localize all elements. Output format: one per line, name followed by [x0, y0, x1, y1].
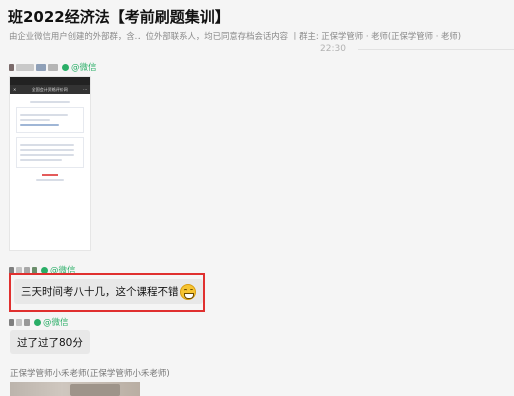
text-message[interactable]: 过了过了80分 — [10, 330, 90, 354]
wechat-tag: @微信 — [34, 316, 69, 328]
group-description: 由企业微信用户创建的外部群，含.．位外部联系人，均已同意存档会话内容 丨群主: … — [9, 31, 462, 41]
more-icon: ··· — [83, 87, 87, 92]
close-icon: ✕ — [13, 87, 17, 92]
sender-name-redacted — [24, 318, 30, 326]
sender-name-redacted — [36, 63, 46, 71]
phone-nav-bar: ✕ 全国会计资格评价网 ··· — [10, 85, 90, 94]
wechat-icon — [62, 63, 69, 71]
phone-page-title: 全国会计资格评价网 — [31, 86, 68, 92]
phone-page-content — [10, 94, 90, 188]
sender-name-redacted — [16, 318, 22, 326]
message-timestamp: 22:30 — [320, 44, 346, 54]
group-title[interactable]: 班2022经济法【考前刷题集训】 — [8, 6, 230, 27]
wechat-icon — [34, 318, 41, 326]
sender-name-redacted — [48, 63, 58, 71]
message-text: 过了过了80分 — [17, 336, 83, 349]
wechat-tag-label: @微信 — [71, 63, 97, 73]
wechat-tag-label: @微信 — [43, 318, 69, 328]
sender-line: @微信 — [9, 316, 69, 328]
divider — [358, 49, 514, 50]
sender-name: 正保学管师小禾老师(正保学管师小禾老师) — [10, 369, 170, 379]
sender-line: @微信 — [9, 61, 97, 73]
phone-status-bar — [10, 77, 90, 85]
image-message[interactable]: ✕ 全国会计资格评价网 ··· — [9, 76, 91, 251]
wechat-tag: @微信 — [62, 61, 97, 73]
avatar[interactable] — [9, 63, 14, 71]
image-message[interactable] — [10, 382, 140, 396]
sender-name-redacted — [16, 63, 34, 71]
avatar[interactable] — [9, 318, 14, 326]
chat-header: 班2022经济法【考前刷题集训】 由企业微信用户创建的外部群，含.．位外部联系人… — [0, 0, 514, 46]
highlight-box — [9, 273, 205, 312]
